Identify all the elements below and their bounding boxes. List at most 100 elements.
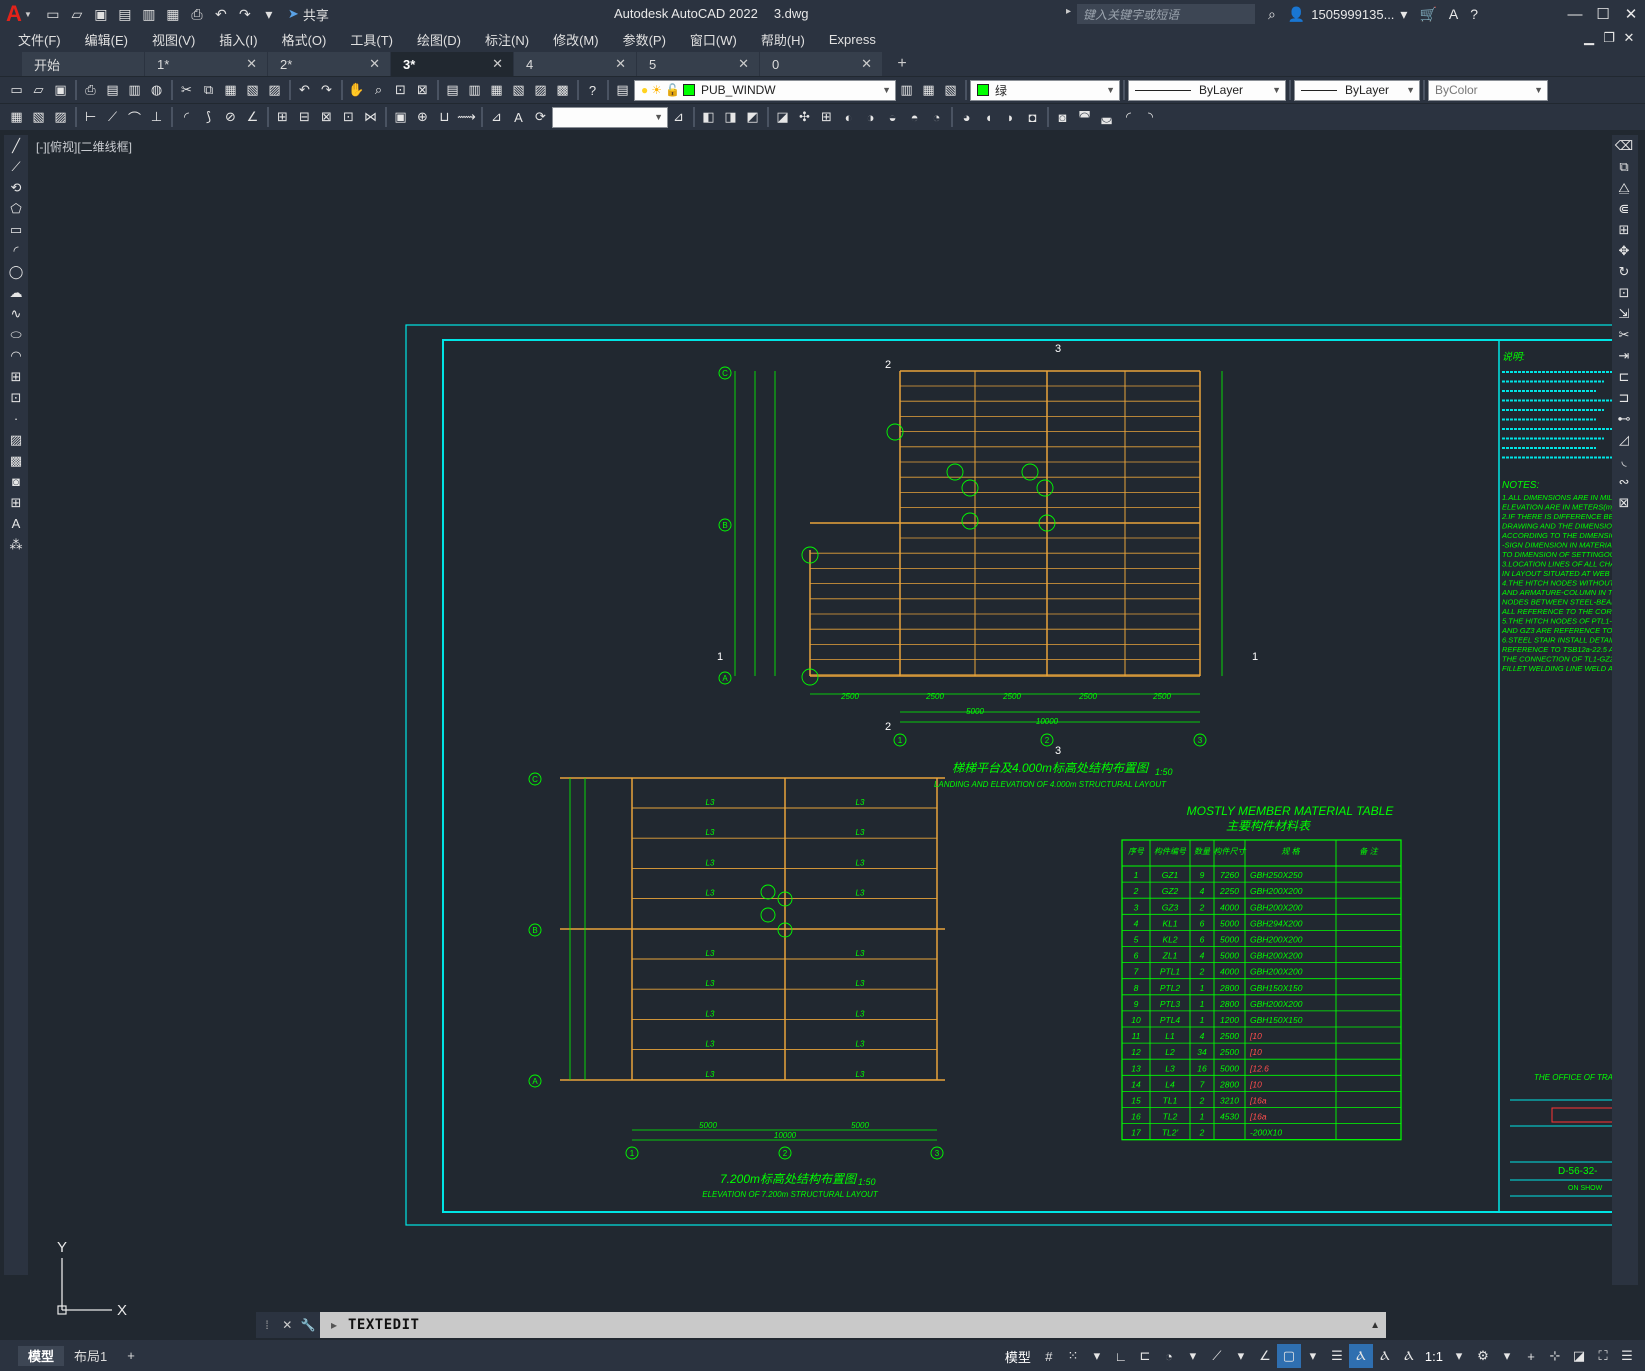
redo-icon[interactable]: ↷ — [316, 80, 337, 101]
table-icon[interactable]: ⊞ — [4, 492, 28, 513]
calculator-icon[interactable]: ▩ — [552, 80, 573, 101]
save-icon[interactable]: ▣ — [50, 80, 71, 101]
separate-icon[interactable]: ◜ — [1118, 107, 1139, 128]
jogged-dimension-icon[interactable]: ⟆ — [198, 107, 219, 128]
new-icon[interactable]: ▭ — [6, 80, 27, 101]
continue-dimension-icon[interactable]: ⊠ — [316, 107, 337, 128]
save-as-icon[interactable]: ▤ — [114, 3, 136, 25]
chevron-right-icon[interactable]: ▸ — [1066, 6, 1071, 17]
add-layout-button[interactable]: + — [117, 1346, 145, 1366]
move-icon[interactable]: ✥ — [1612, 240, 1636, 261]
break-at-point-icon[interactable]: ⊏ — [1612, 366, 1636, 387]
pan-icon[interactable]: ✋ — [346, 80, 367, 101]
customize-quick-access-icon[interactable]: ▾ — [258, 3, 280, 25]
dimension-edit-icon[interactable]: ⊿ — [486, 107, 507, 128]
radius-dimension-icon[interactable]: ◜ — [176, 107, 197, 128]
line-icon[interactable]: ╱ — [4, 135, 28, 156]
drawing-canvas[interactable]: 2500 2500 2500 2500 2500500010000CBA1 2 323231… — [30, 132, 1612, 1332]
center-mark-icon[interactable]: ⊕ — [412, 107, 433, 128]
chevron-down-icon[interactable]: ▾ — [1085, 1344, 1109, 1368]
blend-curves-icon[interactable]: ∾ — [1612, 471, 1636, 492]
extend-icon[interactable]: ⇥ — [1612, 345, 1636, 366]
slice-icon[interactable]: ◘ — [1022, 107, 1043, 128]
tab-file-4[interactable]: 4 ✕ — [514, 52, 636, 76]
plus-icon[interactable]: + — [1519, 1344, 1543, 1368]
layer-properties-icon[interactable]: ▤ — [612, 80, 633, 101]
join-icon[interactable]: ⊷ — [1612, 408, 1636, 429]
doc-restore-button[interactable]: ❐ — [1599, 30, 1619, 46]
match-properties-icon[interactable]: ▧ — [242, 80, 263, 101]
sphere-icon[interactable]: ◐ — [838, 107, 859, 128]
layer-previous-icon[interactable]: ▦ — [918, 80, 939, 101]
dimension-space-icon[interactable]: ⊡ — [338, 107, 359, 128]
chevron-down-icon[interactable]: ▾ — [1447, 1344, 1471, 1368]
break-icon[interactable]: ⊐ — [1612, 387, 1636, 408]
polygon-icon[interactable]: ⬠ — [4, 198, 28, 219]
annotation-visibility-icon[interactable]: Ⲁ — [1348, 1344, 1373, 1368]
chevron-up-icon[interactable]: ▲ — [1370, 1320, 1380, 1331]
tab-model[interactable]: 模型 — [18, 1345, 65, 1366]
menu-modify[interactable]: 修改(M) — [553, 30, 599, 49]
chamfer-icon[interactable]: ◿ — [1612, 429, 1636, 450]
markup-icon[interactable]: ▨ — [530, 80, 551, 101]
zoom-previous-icon[interactable]: ⊠ — [412, 80, 433, 101]
close-icon[interactable]: ✕ — [369, 56, 380, 72]
add-selected-icon[interactable]: ⁂ — [4, 534, 28, 555]
tab-start[interactable]: 开始 — [22, 52, 144, 76]
plot-preview-icon[interactable]: ▤ — [102, 80, 123, 101]
command-prompt-icon[interactable]: ▸ — [320, 1318, 348, 1332]
shell-icon[interactable]: ◛ — [1096, 107, 1117, 128]
region-icon[interactable]: ◙ — [4, 471, 28, 492]
plot-icon[interactable]: ⎙ — [186, 3, 208, 25]
object-snap-tracking-icon[interactable]: ∠ — [1253, 1344, 1277, 1368]
cart-icon[interactable]: 🛒 — [1419, 6, 1436, 23]
gear-icon[interactable]: ⚙ — [1471, 1344, 1495, 1368]
imprint-icon[interactable]: ◝ — [1140, 107, 1161, 128]
copy-object-icon[interactable]: ⧉ — [1612, 156, 1636, 177]
layer-walk-icon[interactable]: ▨ — [50, 107, 71, 128]
close-icon[interactable]: ✕ — [246, 56, 257, 72]
minimize-button[interactable]: — — [1561, 0, 1589, 28]
dimension-update-icon[interactable]: ⟳ — [530, 107, 551, 128]
clean-screen-icon[interactable]: ⛶ — [1591, 1344, 1615, 1368]
point-icon[interactable]: · — [4, 408, 28, 429]
linetype-dropdown[interactable]: ByLayer ▼ — [1128, 79, 1286, 101]
object-snap-icon[interactable]: ▢ — [1276, 1344, 1301, 1368]
rotate-icon[interactable]: ↻ — [1612, 261, 1636, 282]
revision-cloud-icon[interactable]: ☁ — [4, 282, 28, 303]
wedge-icon[interactable]: ◨ — [720, 107, 741, 128]
insert-block-icon[interactable]: ⊞ — [4, 366, 28, 387]
menu-edit[interactable]: 编辑(E) — [85, 30, 128, 49]
lineweight-dropdown[interactable]: ByLayer ▼ — [1294, 79, 1420, 101]
isolate-objects-icon[interactable]: ⊹ — [1543, 1344, 1567, 1368]
isometric-icon[interactable]: ⟋ — [1205, 1344, 1229, 1368]
sweep-icon[interactable]: ◓ — [904, 107, 925, 128]
spline-icon[interactable]: ∿ — [4, 303, 28, 324]
menu-window[interactable]: 窗口(W) — [690, 30, 737, 49]
annotation-scale-icon[interactable]: Ⲁ — [1397, 1344, 1421, 1368]
menu-draw[interactable]: 绘图(D) — [417, 30, 461, 49]
dimension-text-edit-icon[interactable]: A — [508, 107, 529, 128]
export-icon[interactable]: ▦ — [162, 3, 184, 25]
linear-dimension-icon[interactable]: ⊢ — [80, 107, 101, 128]
close-icon[interactable]: ✕ — [861, 56, 872, 72]
tab-file-1[interactable]: 1* ✕ — [145, 52, 267, 76]
box-icon[interactable]: ◧ — [698, 107, 719, 128]
multiline-text-icon[interactable]: A — [4, 513, 28, 534]
dimension-break-icon[interactable]: ⋈ — [360, 107, 381, 128]
menu-tools[interactable]: 工具(T) — [350, 30, 393, 49]
ucs-icon[interactable]: ▧ — [28, 107, 49, 128]
make-block-icon[interactable]: ⊡ — [4, 387, 28, 408]
open-icon[interactable]: ▱ — [28, 80, 49, 101]
extrude-icon[interactable]: ◑ — [860, 107, 881, 128]
new-tab-button[interactable]: + — [889, 52, 915, 76]
plot-icon[interactable]: ⎙ — [80, 80, 101, 101]
chevron-down-icon[interactable]: ▾ — [1495, 1344, 1519, 1368]
union-icon[interactable]: ◕ — [956, 107, 977, 128]
block-editor-icon[interactable]: ▨ — [264, 80, 285, 101]
help-icon[interactable]: ? — [1470, 6, 1478, 22]
tab-file-2[interactable]: 2* ✕ — [268, 52, 390, 76]
tab-layout1[interactable]: 布局1 — [64, 1346, 117, 1366]
loft-icon[interactable]: ◔ — [926, 107, 947, 128]
undo-icon[interactable]: ↶ — [210, 3, 232, 25]
